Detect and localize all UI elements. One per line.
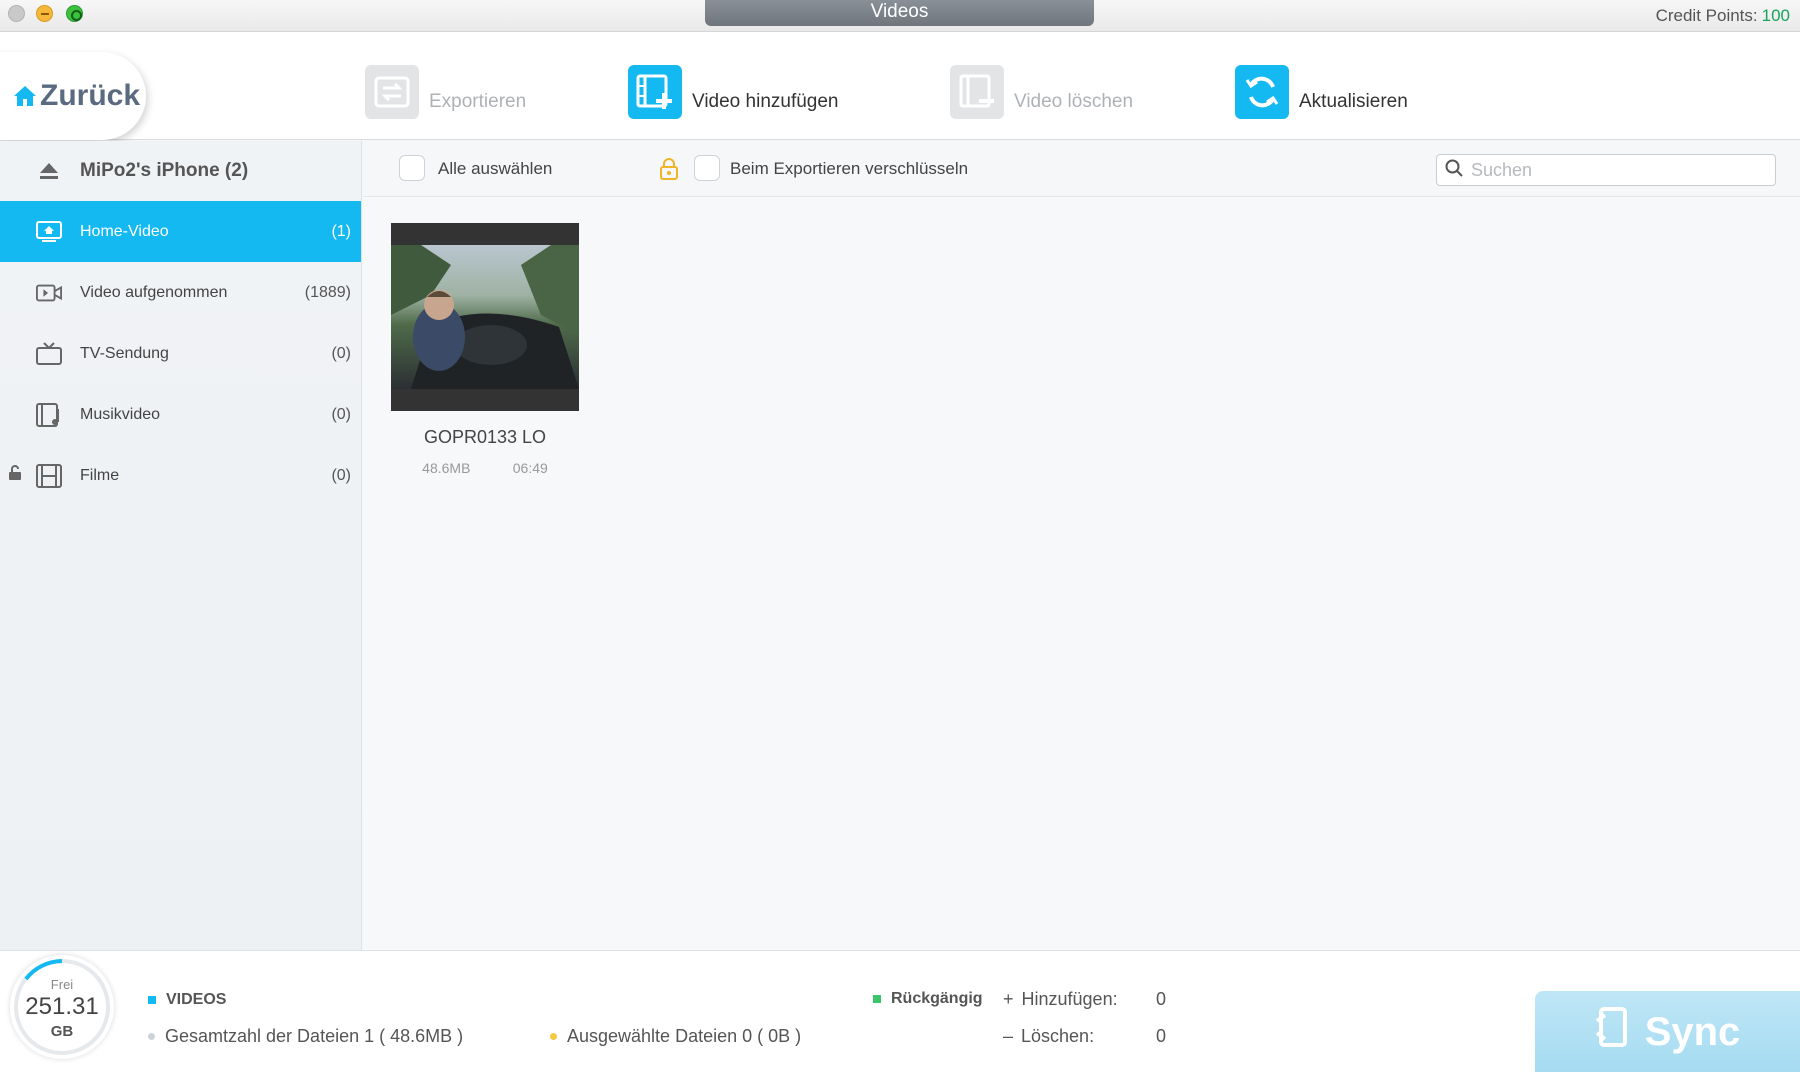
selected-files-text: Ausgewählte Dateien 0 ( 0B )	[567, 1026, 802, 1046]
export-button[interactable]: Exportieren	[365, 64, 526, 120]
sidebar-item-label: Video aufgenommen	[80, 283, 228, 301]
sidebar-item-tv-show[interactable]: TV-Sendung (0)	[0, 323, 361, 384]
sync-label: Sync	[1644, 1009, 1741, 1054]
refresh-button[interactable]: Aktualisieren	[1235, 64, 1408, 120]
sidebar-item-count: (0)	[331, 466, 351, 484]
delete-video-button[interactable]: Video löschen	[950, 64, 1133, 120]
video-meta: 48.6MB 06:49	[391, 460, 579, 476]
refresh-label: Aktualisieren	[1299, 91, 1408, 112]
credit-points-label: Credit Points:	[1655, 6, 1758, 25]
device-name: MiPo2's iPhone (2)	[80, 160, 249, 181]
export-label: Exportieren	[429, 91, 527, 112]
storage-free-label: Frei	[50, 977, 74, 992]
undo-button[interactable]: Rückgängig	[873, 990, 983, 1008]
video-name: GOPR0133 LO	[423, 427, 547, 447]
title-bar: Videos Credit Points: 100	[0, 0, 1800, 32]
delete-video-icon	[950, 65, 1004, 119]
pending-add-value: 0	[1156, 989, 1167, 1009]
selected-files-marker	[550, 1033, 557, 1040]
music-video-icon	[36, 402, 62, 427]
export-icon	[365, 65, 419, 119]
eject-icon[interactable]	[38, 161, 60, 181]
undo-label: Rückgängig	[891, 990, 983, 1007]
sync-button[interactable]: Sync	[1535, 991, 1800, 1072]
storage-gauge: Frei 251.31 GB	[10, 955, 114, 1059]
selected-files: Ausgewählte Dateien 0 ( 0B )	[550, 1026, 801, 1047]
sidebar-item-count: (0)	[331, 405, 351, 423]
window-minimize-button[interactable]	[36, 5, 53, 22]
add-video-label: Video hinzufügen	[692, 91, 839, 112]
sidebar-item-count: (1)	[331, 222, 351, 240]
status-bar: Frei 251.31 GB VIDEOS Gesamtzahl der Dat…	[0, 950, 1800, 1072]
sidebar-item-movies[interactable]: Filme (0)	[0, 445, 361, 506]
add-video-button[interactable]: Video hinzufügen	[628, 64, 839, 120]
sidebar: MiPo2's iPhone (2) Home-Video (1) Video …	[0, 141, 362, 950]
lock-icon	[8, 465, 22, 486]
video-size: 48.6MB	[422, 460, 471, 476]
select-all-label: Alle auswählen	[438, 159, 553, 178]
sidebar-item-label: Musikvideo	[80, 405, 161, 423]
tv-icon	[36, 341, 62, 366]
credit-points-value: 100	[1761, 6, 1790, 25]
film-icon	[36, 463, 62, 488]
section-label: VIDEOS	[148, 991, 226, 1009]
refresh-icon	[1235, 65, 1289, 119]
sidebar-item-count: (1889)	[304, 283, 351, 301]
device-header[interactable]: MiPo2's iPhone (2)	[0, 141, 361, 201]
back-button[interactable]: Zurück	[0, 52, 146, 140]
sidebar-item-recorded-video[interactable]: Video aufgenommen (1889)	[0, 262, 361, 323]
storage-free-value: 251.31	[25, 993, 99, 1020]
padlock-icon	[659, 158, 679, 185]
pending-delete: – Löschen: 0	[1003, 1026, 1166, 1047]
credit-points: Credit Points: 100	[1656, 6, 1790, 26]
pending-add: + Hinzufügen: 0	[1003, 989, 1166, 1010]
encrypt-checkbox[interactable]	[694, 155, 720, 181]
home-icon	[14, 86, 36, 106]
section-title: VIDEOS	[166, 991, 227, 1008]
pending-delete-value: 0	[1156, 1026, 1167, 1046]
undo-marker	[873, 995, 881, 1003]
window-close-button[interactable]	[8, 5, 25, 22]
main-content: Alle auswählen Beim Exportieren verschlü…	[363, 141, 1800, 950]
storage-free-unit: GB	[50, 1023, 74, 1040]
video-thumbnail-image	[391, 245, 579, 389]
sync-icon	[1595, 1007, 1631, 1057]
search-input[interactable]	[1471, 159, 1761, 181]
window-title: Videos	[705, 0, 1094, 26]
toolbar: Zurück Exportieren Video hinzufügen Vide…	[0, 32, 1800, 140]
delete-video-label: Video löschen	[1014, 91, 1134, 112]
video-camera-icon	[36, 281, 62, 305]
pending-add-label: Hinzufügen:	[1021, 989, 1118, 1009]
video-card[interactable]: GOPR0133 LO 48.6MB 06:49	[391, 223, 579, 476]
sidebar-item-home-video[interactable]: Home-Video (1)	[0, 201, 361, 262]
window-maximize-button[interactable]	[66, 5, 83, 22]
section-marker	[148, 996, 156, 1004]
total-files: Gesamtzahl der Dateien 1 ( 48.6MB )	[148, 1026, 463, 1047]
video-duration: 06:49	[512, 460, 548, 476]
sidebar-item-label: Filme	[80, 466, 120, 484]
filter-bar: Alle auswählen Beim Exportieren verschlü…	[363, 141, 1800, 197]
search-icon	[1445, 159, 1463, 182]
minus-icon: –	[1003, 1026, 1014, 1046]
select-all-checkbox[interactable]	[399, 155, 425, 181]
sidebar-item-label: Home-Video	[80, 222, 169, 240]
sidebar-item-count: (0)	[331, 344, 351, 362]
total-files-marker	[148, 1033, 155, 1040]
add-video-icon	[628, 65, 682, 119]
sidebar-item-label: TV-Sendung	[80, 344, 169, 362]
search-box[interactable]	[1436, 154, 1776, 186]
home-video-icon	[36, 220, 62, 244]
plus-icon: +	[1003, 989, 1014, 1009]
back-button-label: Zurück	[40, 79, 141, 112]
encrypt-label: Beim Exportieren verschlüsseln	[730, 159, 969, 178]
video-thumbnail[interactable]	[391, 223, 579, 411]
sidebar-item-music-video[interactable]: Musikvideo (0)	[0, 384, 361, 445]
total-files-text: Gesamtzahl der Dateien 1 ( 48.6MB )	[165, 1026, 464, 1046]
pending-delete-label: Löschen:	[1021, 1026, 1095, 1046]
